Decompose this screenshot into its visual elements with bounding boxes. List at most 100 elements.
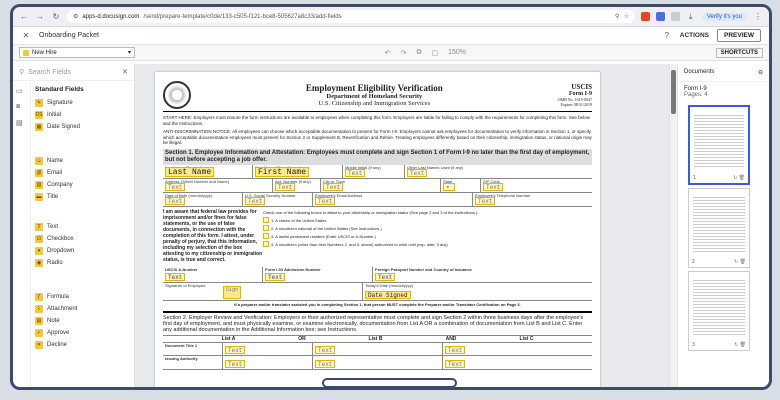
text-field[interactable]: Text bbox=[323, 182, 344, 191]
tool-rail: ▭ ⧈ ▤ bbox=[13, 82, 31, 387]
redo-icon[interactable]: ↷ bbox=[401, 49, 407, 57]
rotate-delete-icon[interactable]: ↻ 🗑 bbox=[733, 175, 745, 181]
preview-button[interactable]: PREVIEW bbox=[717, 29, 761, 42]
text-field[interactable]: Text bbox=[483, 182, 504, 191]
text-field[interactable]: Text bbox=[165, 182, 186, 191]
state-dropdown[interactable]: ▾ bbox=[443, 182, 455, 191]
forward-icon[interactable]: → bbox=[35, 12, 45, 21]
field-email[interactable]: @ Email bbox=[33, 167, 134, 179]
help-icon[interactable]: ? bbox=[662, 31, 672, 40]
field-attachment[interactable]: ⌇ Attachment bbox=[33, 303, 134, 315]
document-scrollbar[interactable] bbox=[669, 64, 677, 387]
extension-icon[interactable] bbox=[640, 12, 650, 21]
checkbox-field[interactable] bbox=[263, 233, 269, 240]
first-name-field[interactable]: First Name bbox=[255, 166, 310, 177]
text-field[interactable]: Text bbox=[225, 345, 246, 354]
undo-icon[interactable]: ↶ bbox=[385, 49, 391, 57]
rotate-delete-icon[interactable]: ↻ 🗑 bbox=[734, 259, 746, 265]
field-label: Checkbox bbox=[47, 236, 74, 242]
paperclip-icon: ⌇ bbox=[35, 305, 43, 313]
text-field[interactable]: Text bbox=[275, 182, 296, 191]
field-text[interactable]: T Text bbox=[33, 221, 134, 233]
field-formula[interactable]: ƒ Formula bbox=[33, 291, 134, 303]
fields-tab-icon[interactable]: ▭ bbox=[16, 87, 27, 98]
app-header: ✕ Onboarding Packet ? ACTIONS PREVIEW bbox=[13, 27, 769, 45]
checkbox-field[interactable] bbox=[263, 241, 269, 248]
recipient-select[interactable]: New Hire ▾ bbox=[19, 47, 135, 58]
shortcuts-button[interactable]: SHORTCUTS bbox=[715, 47, 763, 58]
bookmark-star-icon[interactable]: ☆ bbox=[623, 13, 628, 20]
field-note[interactable]: ▤ Note bbox=[33, 315, 134, 327]
page-thumbnail[interactable]: 3 ↻ 🗑 bbox=[688, 271, 750, 351]
site-info-icon[interactable]: ⚙ bbox=[73, 13, 78, 20]
field-decline[interactable]: ✕ Decline bbox=[33, 339, 134, 351]
text-field[interactable]: Text bbox=[245, 196, 266, 205]
zoom-select[interactable]: 150% bbox=[448, 49, 466, 57]
label-i94: Form I-94 Admission Number bbox=[265, 266, 321, 272]
field-label: Company bbox=[47, 182, 73, 188]
start-here-text: START HERE: Employers must ensure the fo… bbox=[163, 115, 590, 126]
text-field[interactable]: Text bbox=[265, 272, 286, 281]
field-approve[interactable]: ✓ Approve bbox=[33, 327, 134, 339]
page-thumbnail[interactable]: 1 ↻ 🗑 bbox=[688, 105, 750, 185]
actions-menu[interactable]: ACTIONS bbox=[680, 32, 709, 39]
close-icon[interactable]: ✕ bbox=[21, 31, 31, 40]
text-field[interactable]: Text bbox=[225, 359, 246, 368]
extension-icon[interactable] bbox=[655, 12, 665, 21]
text-field[interactable]: Text bbox=[315, 345, 336, 354]
field-date-signed[interactable]: ▦ Date Signed bbox=[33, 121, 134, 133]
extensions-puzzle-icon[interactable] bbox=[670, 12, 680, 21]
verify-button[interactable]: Verify it's you bbox=[701, 12, 747, 21]
field-title[interactable]: ▬ Title bbox=[33, 191, 134, 203]
text-field[interactable]: Text bbox=[165, 272, 186, 281]
preparer-note: If a preparer and/or translator assisted… bbox=[234, 301, 521, 307]
download-icon[interactable]: ⤓ bbox=[686, 12, 696, 22]
checkbox-field[interactable] bbox=[263, 225, 269, 232]
copy-icon[interactable]: ⧉ bbox=[416, 49, 421, 57]
field-initial[interactable]: DS Initial bbox=[33, 109, 134, 121]
url-bar[interactable]: ⚙ apps-d.docusign.com/send/prepare-templ… bbox=[67, 10, 635, 23]
checkbox-field[interactable] bbox=[263, 217, 269, 224]
field-list: Standard Fields ✎ Signature DS Initial ▦ Da… bbox=[33, 82, 134, 387]
text-field[interactable]: Text bbox=[445, 345, 466, 354]
text-field[interactable]: Text bbox=[315, 359, 336, 368]
page-count: Pages: 4 bbox=[684, 92, 708, 98]
document-entry[interactable]: Form I-9 Pages: 4 bbox=[678, 82, 769, 102]
text-field[interactable]: Text bbox=[475, 196, 496, 205]
field-company[interactable]: ▥ Company bbox=[33, 179, 134, 191]
document-page[interactable]: Employment Eligibility Verification Depa… bbox=[155, 72, 600, 387]
paste-icon[interactable]: ▢ bbox=[431, 49, 438, 57]
search-fields[interactable]: ⚲ Search Fields ✕ bbox=[13, 64, 134, 81]
search-input[interactable]: Search Fields bbox=[28, 69, 71, 76]
field-radio[interactable]: ◉ Radio bbox=[33, 257, 134, 269]
text-field[interactable]: Text bbox=[315, 196, 336, 205]
text-field[interactable]: Text bbox=[375, 272, 396, 281]
field-name[interactable]: ☺ Name bbox=[33, 155, 134, 167]
scrollbar-thumb[interactable] bbox=[671, 70, 676, 114]
collapse-icon[interactable]: ⊖ bbox=[758, 69, 763, 76]
last-name-field[interactable]: Last Name bbox=[165, 166, 215, 177]
page-thumbnail[interactable]: 2 ↻ 🗑 bbox=[688, 188, 750, 268]
signature-field[interactable]: Sign bbox=[223, 285, 242, 299]
back-icon[interactable]: ← bbox=[19, 12, 29, 21]
field-dropdown[interactable]: ▾ Dropdown bbox=[33, 245, 134, 257]
field-signature[interactable]: ✎ Signature bbox=[33, 97, 134, 109]
reload-icon[interactable]: ↻ bbox=[51, 12, 61, 21]
text-field[interactable]: Text bbox=[165, 196, 186, 205]
library-icon[interactable]: ▤ bbox=[16, 119, 27, 130]
text-field[interactable]: Text bbox=[407, 168, 428, 177]
date-signed-field[interactable]: Date Signed bbox=[365, 290, 411, 299]
option-row: 4. A noncitizen (other than Item Numbers… bbox=[263, 241, 592, 249]
location-icon[interactable]: ⚲ bbox=[615, 13, 619, 20]
text-field[interactable]: Text bbox=[445, 359, 466, 368]
document-canvas[interactable]: Employment Eligibility Verification Depa… bbox=[135, 64, 669, 387]
field-label: Initial bbox=[47, 112, 62, 118]
text-field[interactable]: Text bbox=[345, 168, 366, 177]
form-dept: Department of Homeland Security bbox=[326, 92, 423, 100]
rotate-delete-icon[interactable]: ↻ 🗑 bbox=[734, 342, 746, 348]
close-panel-icon[interactable]: ✕ bbox=[122, 68, 128, 76]
field-checkbox[interactable]: ☑ Checkbox bbox=[33, 233, 134, 245]
browser-window: ← → ↻ ⚙ apps-d.docusign.com/send/prepare… bbox=[10, 4, 772, 390]
custom-fields-icon[interactable]: ⧈ bbox=[16, 103, 27, 114]
menu-dots-icon[interactable]: ⋮ bbox=[753, 12, 763, 21]
